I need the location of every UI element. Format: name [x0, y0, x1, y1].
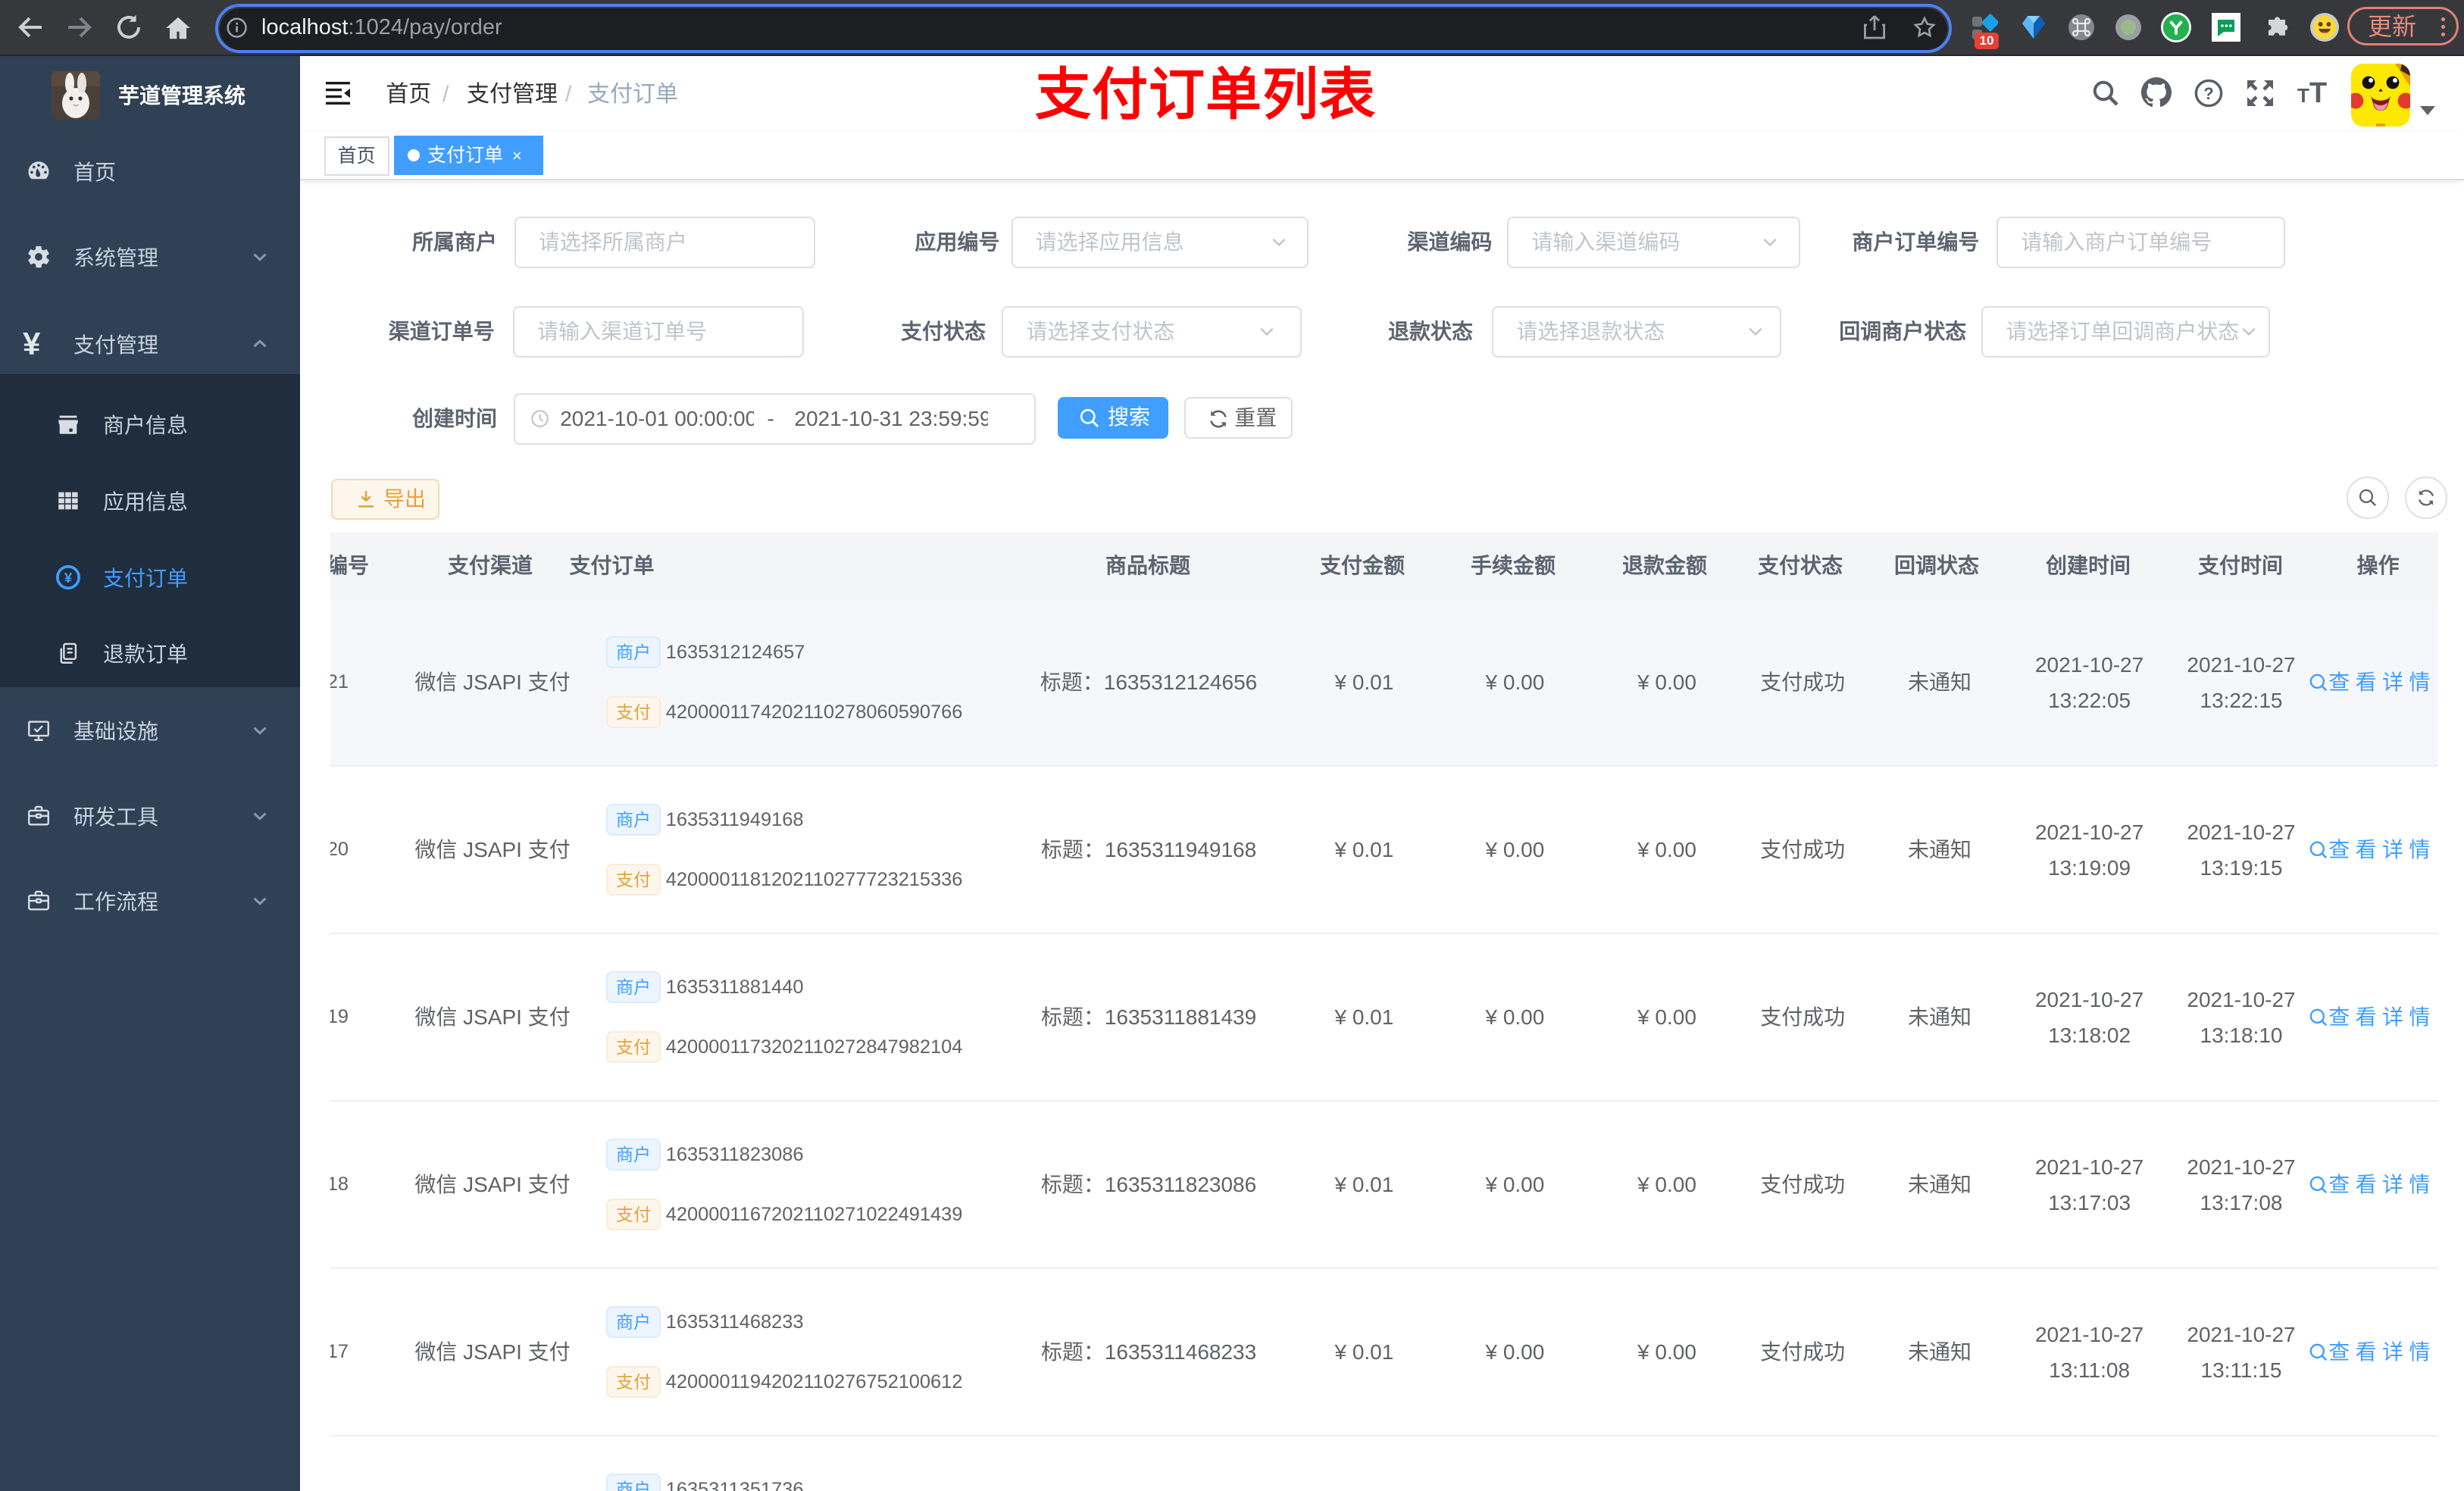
svg-text:¥: ¥ [64, 570, 73, 586]
